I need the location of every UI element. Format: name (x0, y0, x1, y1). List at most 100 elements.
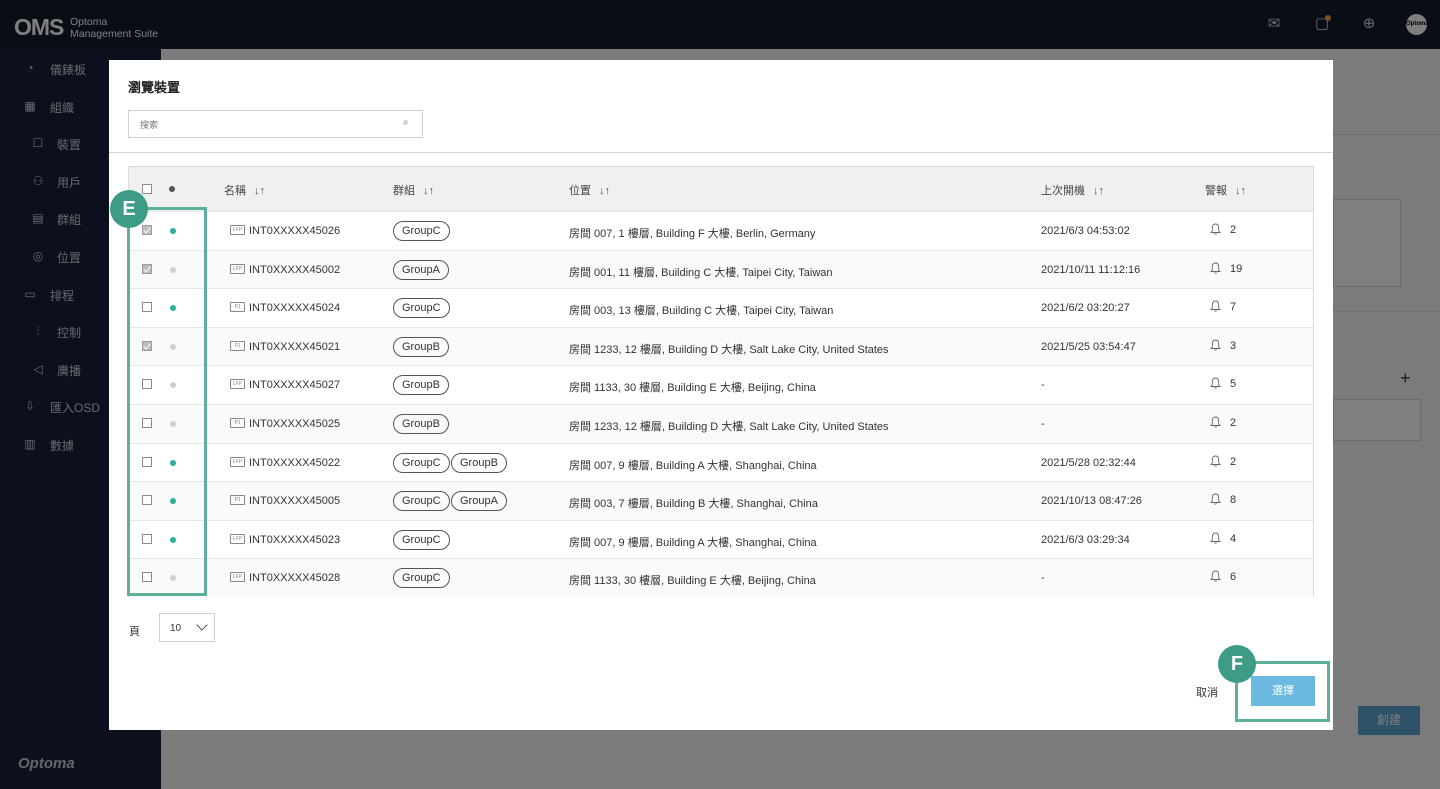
group-tag: GroupC (393, 221, 450, 241)
column-group-label: 群組 (393, 185, 415, 197)
device-location: 房間 1233, 12 樓層, Building D 大樓, Salt Lake… (569, 343, 889, 356)
dialog-divider (109, 152, 1333, 153)
display-icon: LFP (230, 225, 245, 235)
device-name: INT0XXXXX45023 (249, 533, 341, 546)
group-tag: GroupB (393, 375, 449, 396)
display-icon: LFP (230, 572, 245, 583)
projector-icon: PJ (230, 418, 245, 428)
bell-icon (1210, 570, 1222, 583)
display-icon: LFP (230, 379, 245, 390)
group-tag: GroupB (451, 452, 507, 473)
chevron-down-icon (196, 619, 208, 631)
group-tag: GroupC (393, 452, 450, 473)
bell-icon (1210, 262, 1222, 275)
dialog-title: 瀏覽裝置 (128, 80, 181, 95)
device-location: 房間 1233, 12 樓層, Building D 大樓, Salt Lake… (569, 421, 889, 433)
device-name: INT0XXXXX45021 (249, 340, 341, 353)
group-tag: GroupB (393, 414, 449, 434)
last-on-time: 2021/10/11 11:12:16 (1041, 263, 1141, 276)
device-name: INT0XXXXX45024 (249, 302, 341, 315)
table-row[interactable]: LFP INT0XXXXX45028 GroupC 房間 1133, 30 樓層, B… (129, 558, 1313, 597)
bell-icon (1210, 377, 1222, 390)
sort-icon[interactable]: ↓↑ (1093, 185, 1104, 197)
group-tag: GroupC (393, 298, 450, 319)
status-column-icon (169, 186, 175, 192)
search-icon[interactable]: ⌕ (403, 118, 413, 128)
table-header: 名稱 ↓↑ 群組 ↓↑ 位置 ↓↑ 上次開機 ↓↑ 警報 ↓↑ (129, 167, 1313, 211)
search-box: ⌕ (128, 110, 423, 138)
alarm-count: 8 (1230, 494, 1237, 507)
group-tag: GroupB (393, 336, 449, 357)
page-size-select[interactable]: 10 (159, 613, 215, 642)
column-name-label: 名稱 (224, 185, 246, 197)
table-row[interactable]: PJ INT0XXXXX45025 GroupB 房間 1233, 12 樓層, Bu… (129, 404, 1313, 443)
display-icon: LFP (230, 263, 245, 274)
search-input[interactable] (138, 112, 392, 138)
table-row[interactable]: PJ INT0XXXXX45005 GroupC GroupA 房間 003, 7 樓層… (129, 481, 1313, 520)
sort-icon[interactable]: ↓↑ (423, 185, 434, 197)
last-on-time: 2021/6/3 03:29:34 (1041, 533, 1130, 546)
group-tag: GroupA (451, 491, 507, 512)
device-location: 房間 1133, 30 樓層, Building E 大樓, Beijing, … (569, 575, 816, 588)
display-icon: LFP (230, 456, 245, 467)
group-tag: GroupC (393, 529, 450, 550)
device-location: 房間 001, 11 樓層, Building C 大樓, Taipei Cit… (569, 266, 833, 279)
bell-icon (1210, 339, 1222, 352)
device-location: 房間 007, 9 樓層, Building A 大樓, Shanghai, C… (569, 536, 817, 549)
display-icon: LFP (230, 533, 245, 544)
group-tag: GroupA (393, 259, 449, 280)
table-row[interactable]: PJ INT0XXXXX45021 GroupB 房間 1233, 12 樓層, Bu… (129, 326, 1313, 366)
alarm-count: 4 (1230, 532, 1237, 545)
sort-icon[interactable]: ↓↑ (254, 185, 265, 197)
device-location: 房間 003, 7 樓層, Building B 大樓, Shanghai, C… (569, 498, 818, 511)
device-location: 房間 1133, 30 樓層, Building E 大樓, Beijing, … (569, 382, 816, 395)
page-size-value: 10 (170, 623, 182, 634)
alarm-count: 2 (1230, 224, 1237, 236)
bell-icon (1210, 455, 1222, 468)
device-location: 房間 007, 1 樓層, Building F 大樓, Berlin, Ger… (569, 228, 816, 240)
column-alarm-label: 警報 (1205, 185, 1227, 197)
bell-icon (1210, 223, 1222, 236)
device-name: INT0XXXXX45027 (249, 379, 341, 392)
page-label: 頁 (129, 626, 140, 638)
table-row[interactable]: PJ INT0XXXXX45024 GroupC 房間 003, 13 樓層, Bui… (129, 288, 1313, 327)
column-group[interactable]: 群組 ↓↑ (393, 182, 434, 198)
bell-icon (1210, 416, 1222, 429)
alarm-count: 2 (1230, 455, 1237, 468)
last-on-time: - (1041, 572, 1045, 585)
projector-icon: PJ (230, 302, 245, 313)
last-on-time: - (1041, 418, 1045, 430)
annotation-badge-e: E (110, 190, 148, 228)
column-location-label: 位置 (569, 185, 591, 197)
projector-icon: PJ (230, 340, 245, 351)
device-location: 房間 003, 13 樓層, Building C 大樓, Taipei Cit… (569, 305, 834, 318)
last-on-time: 2021/5/28 02:32:44 (1041, 456, 1136, 469)
device-name: INT0XXXXX45002 (249, 263, 341, 276)
cancel-button[interactable]: 取消 (1196, 684, 1218, 700)
device-location: 房間 007, 9 樓層, Building A 大樓, Shanghai, C… (569, 459, 817, 472)
column-last-on[interactable]: 上次開機 ↓↑ (1041, 182, 1104, 198)
column-name[interactable]: 名稱 ↓↑ (224, 182, 265, 198)
last-on-time: 2021/5/25 03:54:47 (1041, 340, 1136, 353)
device-table: 名稱 ↓↑ 群組 ↓↑ 位置 ↓↑ 上次開機 ↓↑ 警報 ↓↑ LFP INT0XXXXX4… (128, 166, 1314, 597)
table-row[interactable]: LFP INT0XXXXX45027 GroupB 房間 1133, 30 樓層, B… (129, 365, 1313, 404)
table-row[interactable]: LFP INT0XXXXX45026 GroupC 房間 007, 1 樓層, Bui… (129, 211, 1313, 250)
alarm-count: 7 (1230, 301, 1237, 314)
last-on-time: 2021/6/2 03:20:27 (1041, 302, 1130, 315)
last-on-time: 2021/10/13 08:47:26 (1041, 495, 1142, 508)
sort-icon[interactable]: ↓↑ (1235, 185, 1246, 197)
table-row[interactable]: LFP INT0XXXXX45023 GroupC 房間 007, 9 樓層, Bui… (129, 519, 1313, 559)
bell-icon (1210, 532, 1222, 545)
column-alarm[interactable]: 警報 ↓↑ (1205, 182, 1246, 198)
select-all-checkbox[interactable] (142, 184, 152, 194)
browse-devices-dialog: 瀏覽裝置 ⌕ 名稱↓↑ 群組↓↑ 位置↓↑ 上次開機↓↑ 警報↓↑ LFPINT (109, 60, 1333, 730)
table-row[interactable]: LFP INT0XXXXX45002 GroupA 房間 001, 11 樓層, Bu… (129, 249, 1313, 289)
column-location[interactable]: 位置 ↓↑ (569, 182, 610, 198)
device-name: INT0XXXXX45026 (249, 225, 341, 237)
device-name: INT0XXXXX45022 (249, 456, 341, 469)
table-row[interactable]: LFP INT0XXXXX45022 GroupC GroupB 房間 007, 9 樓… (129, 442, 1313, 482)
sort-icon[interactable]: ↓↑ (599, 185, 610, 197)
alarm-count: 6 (1230, 571, 1237, 584)
alarm-count: 2 (1230, 417, 1237, 429)
bell-icon (1210, 300, 1222, 313)
